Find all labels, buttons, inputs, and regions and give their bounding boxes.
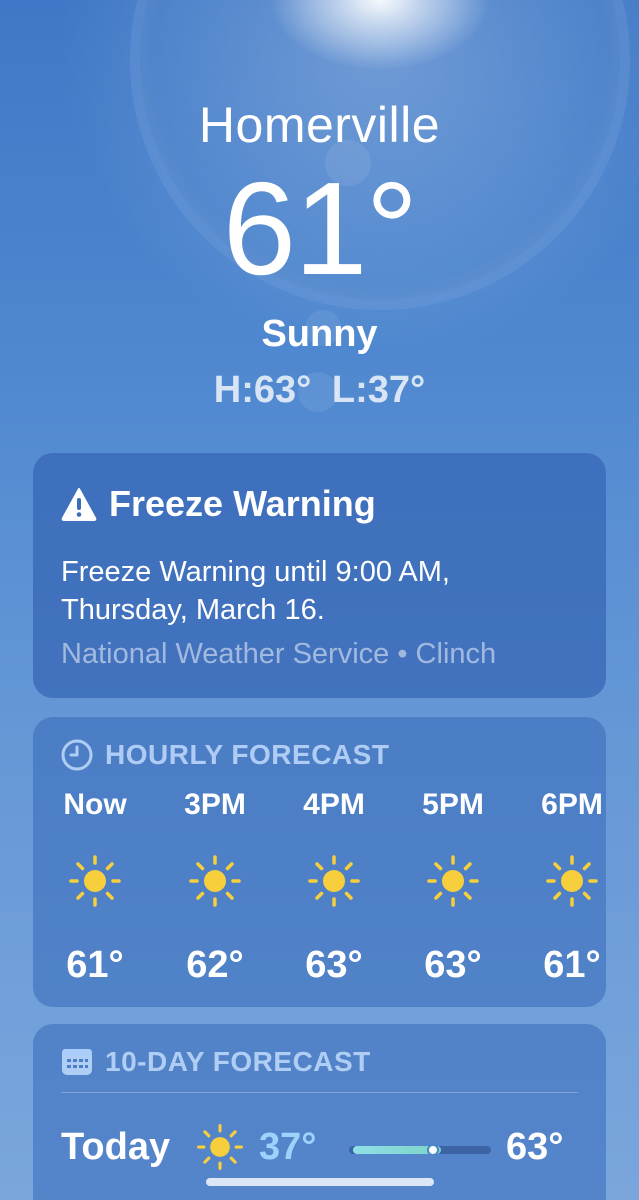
high-low-temperature: H:63° L:37° (213, 369, 426, 411)
hourly-forecast-card[interactable]: HOURLY FORECAST Now 61° 3PM 62° 4PM 63° … (33, 717, 606, 1007)
hour-time: Now (63, 788, 127, 821)
ten-day-forecast-card[interactable]: 10-DAY FORECAST Today 37° 63° (33, 1024, 606, 1200)
day-low-temperature: 37° (259, 1126, 317, 1168)
current-temperature: 61° (222, 155, 419, 302)
hour-temperature: 62° (186, 944, 244, 986)
hourly-item[interactable]: 4PM 63° (274, 787, 394, 988)
hour-time: 4PM (303, 788, 365, 821)
ten-day-forecast-title: 10-DAY FORECAST (105, 1046, 371, 1077)
hourly-forecast-title: HOURLY FORECAST (105, 739, 390, 770)
hour-temperature: 63° (424, 944, 482, 986)
clock-icon (61, 739, 93, 771)
alert-description: Freeze Warning until 9:00 AM, Thursday, … (61, 556, 450, 626)
hour-temperature: 63° (305, 944, 363, 986)
city-name: Homerville (198, 97, 441, 153)
sun-icon (189, 855, 241, 907)
current-weather-header: Homerville 61° Sunny H:63° L:37° (0, 95, 639, 413)
calendar-icon (62, 1049, 92, 1075)
hour-temperature: 61° (66, 944, 124, 986)
sun-icon (427, 855, 479, 907)
day-high-temperature: 63° (506, 1126, 564, 1168)
hour-time: 3PM (184, 788, 246, 821)
current-condition: Sunny (261, 313, 378, 355)
alert-header: Freeze Warning (61, 483, 376, 525)
home-indicator[interactable] (206, 1178, 434, 1186)
sun-icon (69, 855, 121, 907)
current-temperature-marker (427, 1144, 439, 1156)
alert-source: National Weather Service • Clinch (61, 638, 497, 670)
sun-icon (197, 1124, 243, 1170)
daily-forecast-row[interactable]: Today 37° 63° (61, 1120, 581, 1176)
hourly-list[interactable]: Now 61° 3PM 62° 4PM 63° 5PM 63° 6PM 61° (33, 787, 606, 987)
hour-temperature: 61° (543, 944, 601, 986)
hourly-item[interactable]: 6PM 61° (512, 787, 606, 988)
section-divider (61, 1092, 578, 1093)
hour-time: 6PM (541, 788, 603, 821)
hourly-item[interactable]: 5PM 63° (393, 787, 513, 988)
freeze-warning-card[interactable]: Freeze Warning Freeze Warning until 9:00… (33, 453, 606, 698)
temperature-range-bar (349, 1144, 491, 1156)
day-name: Today (61, 1126, 171, 1168)
sun-icon (546, 855, 598, 907)
warning-triangle-icon (61, 488, 97, 521)
ten-day-forecast-header: 10-DAY FORECAST (61, 1046, 371, 1078)
sun-icon (308, 855, 360, 907)
hourly-item[interactable]: 3PM 62° (155, 787, 275, 988)
alert-title: Freeze Warning (109, 483, 376, 524)
hourly-forecast-header: HOURLY FORECAST (61, 739, 389, 771)
hourly-item[interactable]: Now 61° (35, 787, 155, 988)
hour-time: 5PM (422, 788, 484, 821)
